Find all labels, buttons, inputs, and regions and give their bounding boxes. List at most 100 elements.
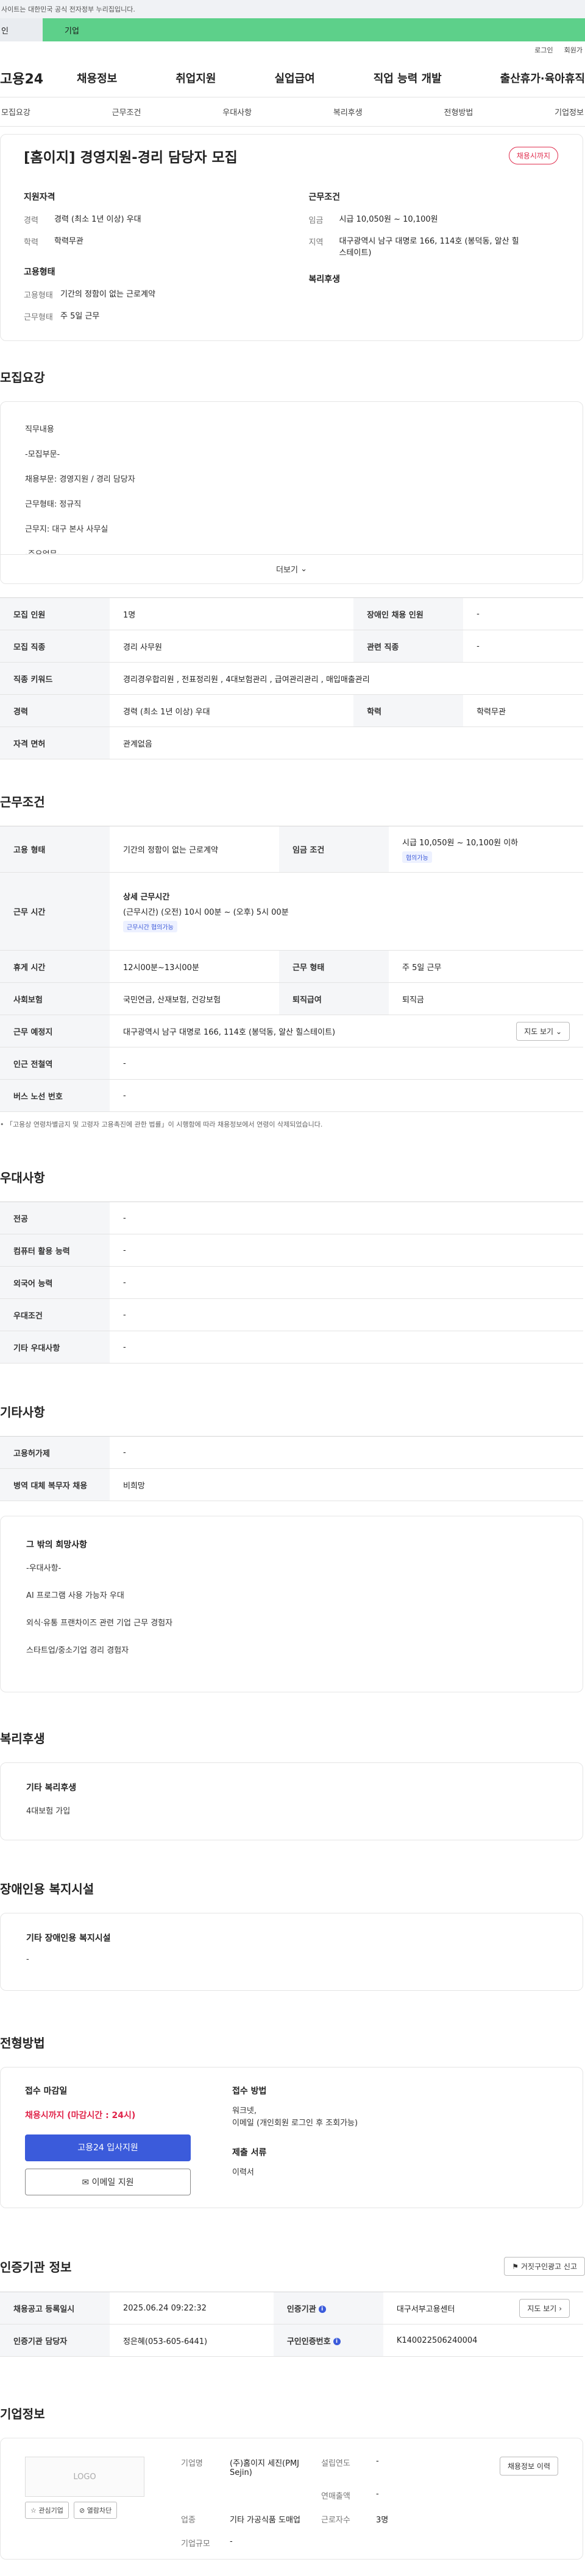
gnb-item-jobs[interactable]: 채용정보 (77, 70, 117, 86)
other-wishes-line: 외식·유통 프랜차이즈 관련 기업 근무 경험자 (26, 1619, 173, 1628)
apply-deadline-area: 접수 마감일 채용시까지 (마감시간 : 24시) 고용24 입사지원 ✉ 이메… (25, 2085, 208, 2195)
block-view-button[interactable]: ⊘ 열람차단 (74, 2502, 118, 2519)
other-wishes-line: -우대사항- (26, 1564, 62, 1573)
table-header: 근무 형태 (278, 950, 389, 983)
job-summary-card: [홈이지] 경영지원-경리 담당자 모집 채용시까지 지원자격 경력 경력 (최소… (0, 134, 583, 341)
age-law-note-text: 「고용상 연령차별금지 및 고령자 고용촉진에 관한 법률」이 시행함에 따라 … (6, 1121, 323, 1128)
table-row: 고용허가제 - (0, 1436, 583, 1469)
gnb-item-employment-support[interactable]: 취업지원 (176, 70, 216, 86)
favorite-company-button[interactable]: ☆ 관심기업 (25, 2502, 69, 2519)
table-row: 휴게 시간 12시00분~13시00분 근무 형태 주 5일 근무 (0, 950, 583, 983)
company-label: 기업규모 (181, 2539, 210, 2549)
utility-links: 로그인 회원가 (0, 41, 585, 58)
wage-negotiable-tag: 협의가능 (402, 851, 432, 863)
anchor-welfare[interactable]: 복리후생 (332, 106, 364, 118)
table-header: 장애인 채용 인원 (353, 597, 464, 630)
company-label: 연매출액 (321, 2492, 350, 2501)
table-cell: 경력 (최소 1년 이상) 우대 (110, 694, 354, 727)
company-label: 업종 (181, 2516, 196, 2525)
company-label: 설립연도 (321, 2459, 350, 2468)
email-apply-button[interactable]: ✉ 이메일 지원 (25, 2169, 191, 2195)
anchor-recruit[interactable]: 모집요강 (0, 106, 32, 118)
gnb-menu: 채용정보 취업지원 실업급여 직업 능력 개발 출산휴가·육아휴직 (77, 70, 585, 86)
info-icon[interactable]: i (333, 2338, 341, 2345)
hours-title: 상세 근무시간 (123, 893, 170, 902)
table-cell: 경리 사무원 (110, 630, 354, 663)
login-link[interactable]: 로그인 (534, 45, 553, 55)
table-row: 근무 시간 상세 근무시간 (근무시간) (오전) 10시 00분 ~ (오후)… (0, 872, 583, 951)
tab-company[interactable]: 기업 (43, 18, 585, 41)
report-fake-ad-button[interactable]: ⚑ 거짓구인광고 신고 (504, 2257, 585, 2276)
cert-header: 인증기관 정보 ⚑ 거짓구인광고 신고 (0, 2257, 585, 2276)
email-apply-label: 이메일 지원 (91, 2178, 134, 2187)
table-header: 모집 인원 (0, 597, 110, 630)
table-header: 고용 형태 (0, 826, 110, 873)
apply-method-area: 접수 방법 워크넷, 이메일 (개인회원 로그인 후 조회가능) 제출 서류 이… (232, 2085, 358, 2191)
hiring-history-button[interactable]: 채용정보 이력 (499, 2457, 558, 2476)
summary-label: 고용형태 (24, 291, 53, 300)
disability-value: - (26, 1955, 29, 1964)
desc-line: 근무형태: 정규직 (25, 500, 82, 509)
tab-individual[interactable]: 인 (0, 18, 43, 41)
report-icon: ⚑ (512, 2262, 519, 2271)
mail-icon: ✉ (82, 2178, 90, 2187)
table-cell: 2025.06.24 09:22:32 (110, 2292, 274, 2324)
table-header: 채용공고 등록일시 (0, 2292, 110, 2324)
gnb-item-skills[interactable]: 직업 능력 개발 (374, 70, 442, 86)
join-link[interactable]: 회원가 (564, 45, 583, 55)
table-row: 사회보험 국민연금, 산재보험, 건강보험 퇴직급여 퇴직금 (0, 982, 583, 1015)
more-label: 더보기 (276, 566, 298, 575)
summary-value: 시급 10,050원 ~ 10,100원 (339, 215, 438, 224)
section-anchor-nav: 모집요강 근무조건 우대사항 복리후생 전형방법 기업정보 (0, 97, 585, 127)
table-row: 컴퓨터 활용 능력 - (0, 1234, 583, 1267)
site-logo[interactable]: 고용24 (0, 68, 77, 88)
docs-value: 이력서 (232, 2168, 254, 2177)
table-row: 전공 - (0, 1202, 583, 1234)
more-button[interactable]: 더보기 ⌄ (1, 554, 583, 583)
gnb-item-unemployment-benefit[interactable]: 실업급여 (275, 70, 315, 86)
gnb-item-parental-leave[interactable]: 출산휴가·육아휴직 (500, 70, 585, 86)
table-cell: 상세 근무시간 (근무시간) (오전) 10시 00분 ~ (오후) 5시 00… (110, 872, 583, 951)
company-size: - (230, 2537, 233, 2546)
info-icon[interactable]: i (318, 2306, 326, 2313)
table-header: 직종 키워드 (0, 662, 110, 695)
map-view-button[interactable]: 지도 보기 ⌄ (516, 1021, 570, 1041)
summary-value: 대구광역시 남구 대명로 166, 114호 (봉덕동, 알산 힐스테이트) (339, 236, 519, 258)
summary-conditions: 근무조건 임금 시급 10,050원 ~ 10,100원 지역 대구광역시 남구 대… (309, 191, 570, 332)
method-title: 접수 방법 (232, 2086, 267, 2096)
company-industry: 기타 가공식품 도매업 (230, 2516, 300, 2525)
anchor-apply[interactable]: 전형방법 (443, 106, 475, 118)
anchor-preferences[interactable]: 우대사항 (221, 106, 253, 118)
gov-notice-bar: 사이트는 대한민국 공식 전자정부 누리집입니다. (0, 0, 585, 18)
table-cell: 1명 (110, 597, 354, 630)
table-header: 모집 직종 (0, 630, 110, 663)
section-title-apply: 전형방법 (0, 2036, 45, 2050)
anchor-conditions[interactable]: 근무조건 (111, 106, 143, 118)
recruit-table: 모집 인원 1명 장애인 채용 인원 - 모집 직종 경리 사무원 관련 직종 … (0, 597, 583, 759)
company-name: (주)홈이지 세진(PMJ Sejin) (230, 2459, 299, 2477)
summary-label: 경력 (24, 216, 38, 225)
table-row: 경력 경력 (최소 1년 이상) 우대 학력 학력무관 (0, 694, 583, 727)
wage-value: 시급 10,050원 ~ 10,100원 이하 (402, 838, 519, 848)
company-sales: - (376, 2490, 379, 2499)
user-type-tabs: 인 기업 (0, 18, 585, 41)
section-title-company: 기업정보 (0, 2407, 45, 2421)
agency-map-button[interactable]: 지도 보기 › (519, 2298, 570, 2318)
anchor-company[interactable]: 기업정보 (553, 106, 585, 118)
section-title-disability: 장애인용 복지시설 (0, 1882, 94, 1896)
apply-button[interactable]: 고용24 입사지원 (25, 2134, 191, 2161)
table-cell: 시급 10,050원 ~ 10,100원 이하협의가능 (388, 826, 583, 873)
table-header: 구인인증번호 i (273, 2324, 383, 2357)
section-title-etc: 기타사항 (0, 1405, 45, 1420)
company-logo-area: LOGO ☆ 관심기업 ⊘ 열람차단 (25, 2457, 144, 2541)
company-label: 근로자수 (321, 2516, 350, 2525)
table-row: 자격 면허 관계없음 (0, 727, 583, 759)
job-title: [홈이지] 경영지원-경리 담당자 모집 (24, 150, 238, 166)
deadline-title: 접수 마감일 (25, 2086, 68, 2096)
table-cell: - (110, 1436, 583, 1469)
table-cell: 학력무관 (463, 694, 583, 727)
map-view-label: 지도 보기 (524, 1027, 554, 1036)
table-header: 경력 (0, 694, 110, 727)
cert-no-label: 구인인증번호 (286, 2337, 331, 2346)
